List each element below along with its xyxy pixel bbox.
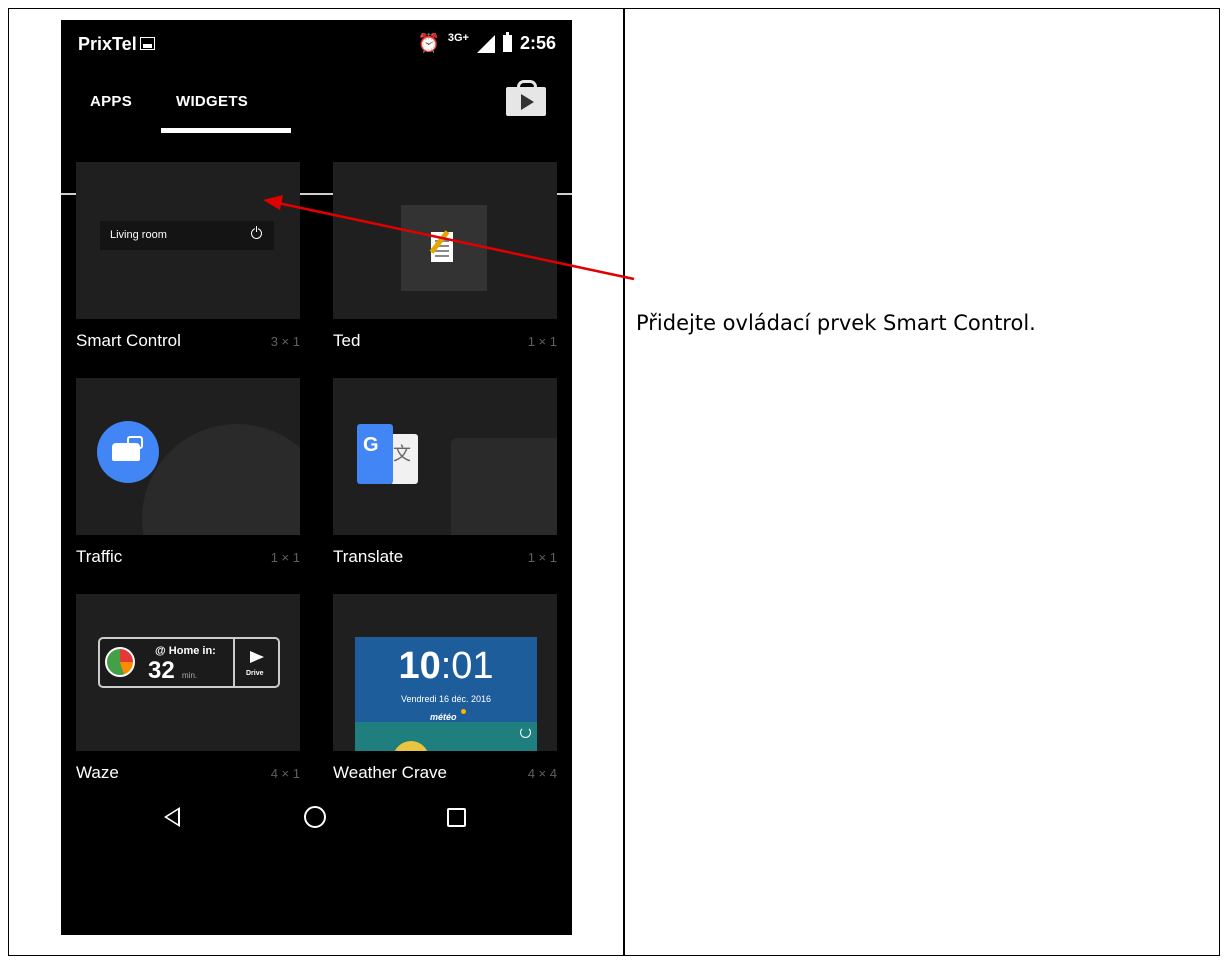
widget-size-weather-crave: 4 × 4 (527, 766, 557, 781)
widget-label-weather-crave[interactable]: Weather Crave (333, 763, 447, 783)
image-notification-icon (140, 37, 155, 50)
play-store-icon[interactable] (506, 80, 546, 116)
column-divider (623, 8, 625, 956)
weather-widget: 10:01 Vendredi 16 déc. 2016 météo (355, 637, 537, 751)
drive-arrow-icon (250, 651, 264, 663)
battery-icon (502, 32, 512, 52)
widget-size-waze: 4 × 1 (270, 766, 300, 781)
widget-label-traffic[interactable]: Traffic (76, 547, 122, 567)
widget-preview-traffic[interactable] (76, 378, 300, 535)
tab-widgets[interactable]: WIDGETS (176, 93, 248, 110)
widget-size-translate: 1 × 1 (527, 550, 557, 565)
tab-bar: APPS WIDGETS (61, 80, 572, 195)
widget-size-ted: 1 × 1 (527, 334, 557, 349)
power-icon (251, 226, 262, 239)
room-label: Living room (110, 229, 167, 241)
signal-icon (476, 34, 495, 53)
waze-unit: min. (182, 671, 198, 680)
status-indicators: ⏰ 3G+ 2:56 (417, 31, 556, 54)
widget-preview-ted[interactable] (333, 162, 557, 319)
status-bar: PrixTel ⏰ 3G+ 2:56 (61, 20, 572, 72)
home-icon[interactable] (304, 806, 326, 828)
meteo-logo: météo (430, 712, 457, 722)
weather-clock: 10:01 (398, 645, 494, 687)
tab-apps[interactable]: APPS (90, 93, 132, 110)
traffic-car-icon (97, 421, 159, 483)
widget-label-smart-control[interactable]: Smart Control (76, 331, 181, 351)
active-tab-indicator (161, 128, 291, 133)
widget-size-smart-control: 3 × 1 (270, 334, 300, 349)
weather-date: Vendredi 16 déc. 2016 (400, 694, 492, 704)
widget-size-traffic: 1 × 1 (270, 550, 300, 565)
waze-drive-label: Drive (246, 670, 264, 677)
google-translate-icon: G (357, 424, 393, 484)
annotation-text: Přidejte ovládací prvek Smart Control. (636, 311, 1036, 335)
refresh-icon (520, 727, 531, 738)
widget-label-waze[interactable]: Waze (76, 763, 119, 783)
clock: 2:56 (519, 33, 556, 53)
waze-minutes: 32 (148, 657, 175, 684)
widget-preview-translate[interactable]: 文 G (333, 378, 557, 535)
alarm-icon: ⏰ (417, 33, 440, 53)
widget-preview-waze[interactable]: @ Home in: 32 min. Drive (76, 594, 300, 751)
widget-label-translate[interactable]: Translate (333, 547, 403, 567)
waze-widget: @ Home in: 32 min. Drive (98, 637, 280, 688)
widget-preview-smart-control[interactable]: Living room (76, 162, 300, 319)
widget-preview-weather-crave[interactable]: 10:01 Vendredi 16 déc. 2016 météo (333, 594, 557, 751)
carrier-name: PrixTel (78, 34, 137, 54)
ted-app-icon (401, 205, 487, 291)
waze-home-label: @ Home in: (155, 645, 216, 657)
network-type: 3G+ (447, 31, 469, 44)
speedometer-icon (105, 647, 135, 677)
phone-screenshot: PrixTel ⏰ 3G+ 2:56 APPS WIDGETS Living r… (61, 20, 572, 935)
smart-control-bar: Living room (100, 221, 274, 250)
recents-icon[interactable] (447, 808, 466, 827)
widget-label-ted[interactable]: Ted (333, 331, 360, 351)
